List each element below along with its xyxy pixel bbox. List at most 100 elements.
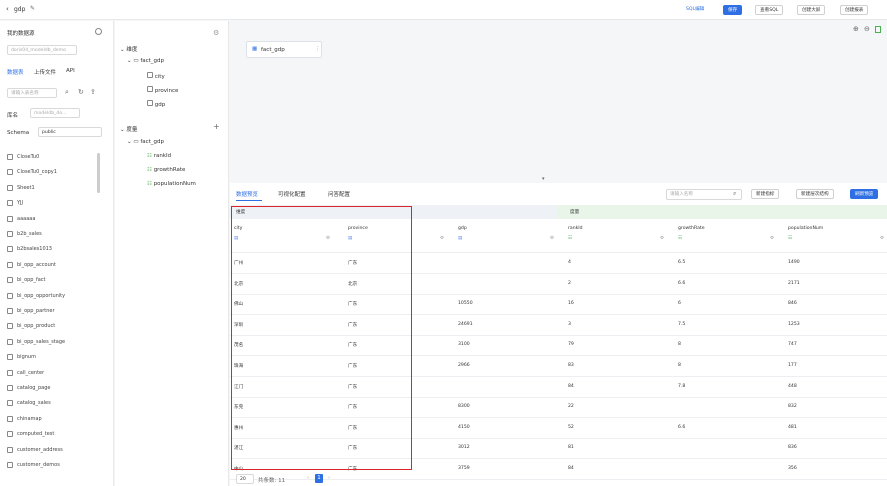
column-header-rankId[interactable]: rankId: [568, 226, 583, 231]
table-list-item[interactable]: Sheet1: [7, 184, 35, 191]
column-header-gdp[interactable]: gdp: [458, 226, 467, 231]
refresh-preview-button[interactable]: 刷新预览: [850, 189, 879, 199]
table-list-item[interactable]: catalog_page: [7, 385, 50, 391]
tab-qa-config[interactable]: 问答配置: [328, 190, 350, 198]
text-type-icon: ▤: [348, 236, 353, 241]
dim-table-node[interactable]: ⌄ ▭ fact_gdp: [127, 58, 164, 64]
tab-tables[interactable]: 数据表: [7, 68, 24, 76]
column-header-growthRate[interactable]: growthRate: [678, 226, 705, 231]
table-list-item[interactable]: bignum: [7, 354, 36, 361]
table-list-item[interactable]: bi_opp_partner: [7, 308, 55, 314]
column-settings-icon[interactable]: ⚙: [660, 236, 664, 241]
table-list-item[interactable]: CloseTu0_copy1: [7, 169, 57, 176]
edit-icon[interactable]: ✎: [30, 5, 35, 12]
group-label: 维度: [236, 210, 246, 215]
group-label: 度量: [570, 210, 580, 215]
tab-upload[interactable]: 上传文件: [34, 68, 56, 76]
table-list-item[interactable]: bi_opp_sales_stage: [7, 338, 65, 345]
table-list-item[interactable]: bi_opp_fact: [7, 277, 46, 284]
create-screen-button[interactable]: 创建大屏: [797, 5, 826, 15]
table-cell: 广东: [348, 261, 358, 266]
sql-mode-button[interactable]: SQL编辑: [686, 6, 704, 12]
search-icon[interactable]: ⌕: [65, 88, 69, 97]
back-icon[interactable]: ‹: [6, 5, 9, 13]
mea-field-growthrate[interactable]: ☷ growthRate: [147, 167, 185, 173]
column-header-city[interactable]: city: [234, 226, 242, 231]
column-settings-icon[interactable]: ⚙: [880, 236, 884, 241]
save-button[interactable]: 保存: [723, 5, 743, 15]
table-list-item[interactable]: bi_opp_product: [7, 323, 55, 330]
tab-api[interactable]: API: [66, 68, 75, 74]
table-name: customer_address: [17, 446, 63, 453]
tab-visual-config[interactable]: 可视化配置: [278, 190, 306, 198]
mea-field-populationnum[interactable]: ☷ populationNum: [147, 181, 196, 187]
table-list-item[interactable]: customer_address: [7, 446, 63, 453]
table-cell: 8: [678, 342, 681, 348]
upload-icon[interactable]: ⇪: [90, 88, 96, 96]
collapse-handle[interactable]: ▾: [542, 176, 545, 182]
table-cell: 1490: [788, 260, 800, 265]
table-cell: 7.5: [678, 321, 686, 327]
table-cell: 3759: [458, 466, 470, 471]
table-list-item[interactable]: b2bsales1013: [7, 246, 52, 253]
prev-page-icon[interactable]: ‹: [307, 475, 309, 481]
tree-settings-icon[interactable]: ⚙: [213, 29, 219, 37]
create-report-button[interactable]: 创建报表: [840, 5, 869, 15]
table-cell: 广东: [348, 302, 358, 308]
mea-field-rankid[interactable]: ☷ rankId: [147, 153, 171, 159]
dim-field-province[interactable]: province: [147, 86, 178, 94]
table-cell: 3012: [458, 445, 470, 451]
next-page-icon[interactable]: ›: [328, 475, 330, 481]
panel-title: 我的数据源: [7, 31, 35, 37]
fit-icon[interactable]: [875, 26, 881, 33]
refresh-icon[interactable]: ↻: [78, 88, 84, 96]
schema-select[interactable]: public: [38, 127, 102, 137]
table-list-item[interactable]: YJJ: [7, 200, 23, 207]
table-list-item[interactable]: aaaaaa: [7, 215, 35, 222]
zoom-in-icon[interactable]: ⊕: [853, 25, 859, 33]
page-size-select[interactable]: 20: [236, 474, 254, 484]
table-list-item[interactable]: call_center: [7, 369, 44, 376]
mea-table-node[interactable]: ⌄ ▭ fact_gdp: [127, 139, 164, 145]
settings-icon[interactable]: [95, 28, 102, 35]
table-cell: 2: [568, 280, 571, 286]
model-canvas[interactable]: ▦ fact_gdp ⋮ ⊕ ⊖ ▾: [230, 21, 887, 183]
table-icon: [7, 446, 13, 453]
dim-field-city[interactable]: city: [147, 72, 165, 80]
column-header-province[interactable]: province: [348, 226, 368, 231]
column-settings-icon[interactable]: ⚙: [550, 236, 554, 241]
datasource-select[interactable]: doris04_modeldb_demo: [7, 45, 77, 55]
table-search-input[interactable]: 请输入表名称: [7, 88, 57, 98]
view-sql-button[interactable]: 查看SQL: [755, 5, 784, 15]
dim-field-gdp[interactable]: gdp: [147, 100, 165, 108]
scrollbar[interactable]: [97, 153, 100, 193]
column-settings-icon[interactable]: ⚙: [326, 236, 330, 241]
more-icon[interactable]: ⋮: [315, 46, 321, 52]
measure-group[interactable]: ⌄ 度量: [120, 125, 137, 133]
column-header-populationNum[interactable]: populationNum: [788, 226, 823, 231]
table-node[interactable]: ▦ fact_gdp ⋮: [246, 41, 322, 58]
table-list-item[interactable]: computed_test: [7, 431, 54, 438]
add-metric-button[interactable]: 新建指标: [751, 189, 780, 199]
table-icon: [7, 154, 13, 160]
dimension-group[interactable]: ⌄ 维度: [120, 45, 137, 53]
text-field-icon: [147, 72, 153, 78]
tab-data-preview[interactable]: 数据预览: [236, 190, 258, 198]
table-list-item[interactable]: customer_demos: [7, 462, 60, 468]
column-settings-icon[interactable]: ⚙: [770, 236, 774, 241]
table-list-item[interactable]: b2b_sales: [7, 231, 42, 237]
field-search-input[interactable]: 请输入名称: [666, 189, 742, 200]
add-icon[interactable]: +: [213, 122, 220, 131]
table-list-item[interactable]: bi_opp_opportunity: [7, 292, 65, 299]
table-icon: [7, 431, 13, 438]
library-select[interactable]: modeldb_do...: [30, 108, 80, 118]
table-list-item[interactable]: CloseTu0: [7, 154, 39, 160]
column-settings-icon[interactable]: ⚙: [440, 236, 444, 241]
table-list-item[interactable]: catalog_sales: [7, 400, 51, 407]
page-number[interactable]: 1: [315, 474, 323, 483]
table-list-item[interactable]: bi_opp_account: [7, 261, 56, 268]
zoom-out-icon[interactable]: ⊖: [864, 25, 870, 33]
table-list-item[interactable]: chinamap: [7, 415, 42, 422]
search-icon[interactable]: ⌕: [733, 190, 736, 198]
add-hierarchy-button[interactable]: 新建层次结构: [796, 189, 834, 199]
